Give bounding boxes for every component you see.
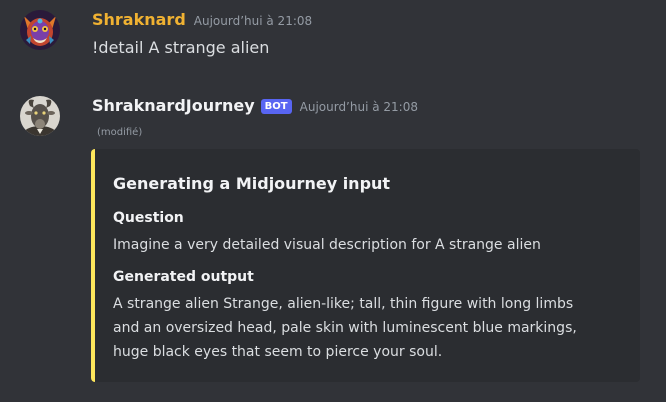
bot-tag-badge: BOT [260, 99, 292, 114]
output-line: A strange alien Strange, alien-like; tal… [113, 296, 574, 312]
message-text: !detail A strange alien [92, 38, 270, 57]
message-item: Shraknard Aujourd’hui à 21:08 !detail A … [0, 0, 666, 86]
username[interactable]: Shraknard [92, 9, 186, 31]
user-avatar[interactable] [20, 10, 60, 50]
output-line: and an oversized head, pale skin with lu… [113, 320, 577, 336]
message-item: ShraknardJourney BOT Aujourd’hui à 21:08… [0, 86, 666, 402]
message-header: Shraknard Aujourd’hui à 21:08 [92, 9, 312, 32]
embed-field-value-output: A strange alien Strange, alien-like; tal… [113, 292, 628, 364]
chat-messages: Shraknard Aujourd’hui à 21:08 !detail A … [0, 0, 666, 402]
edited-indicator: (modifié) [97, 127, 143, 138]
embed-card: Generating a Midjourney input Question I… [91, 149, 640, 382]
output-line: huge black eyes that seem to pierce your… [113, 344, 443, 360]
message-header: ShraknardJourney BOT Aujourd’hui à 21:08 [92, 95, 418, 118]
embed-field-name-output: Generated output [113, 269, 254, 285]
goat-avatar-icon [20, 96, 60, 136]
bot-avatar[interactable] [20, 96, 60, 136]
timestamp: Aujourd’hui à 21:08 [299, 100, 418, 114]
embed-field-value-question: Imagine a very detailed visual descripti… [113, 237, 541, 253]
demon-mask-avatar-icon [20, 10, 60, 50]
username[interactable]: ShraknardJourney [92, 95, 255, 117]
timestamp: Aujourd’hui à 21:08 [193, 14, 313, 28]
embed-field-name-question: Question [113, 210, 184, 226]
embed-title: Generating a Midjourney input [113, 174, 391, 193]
